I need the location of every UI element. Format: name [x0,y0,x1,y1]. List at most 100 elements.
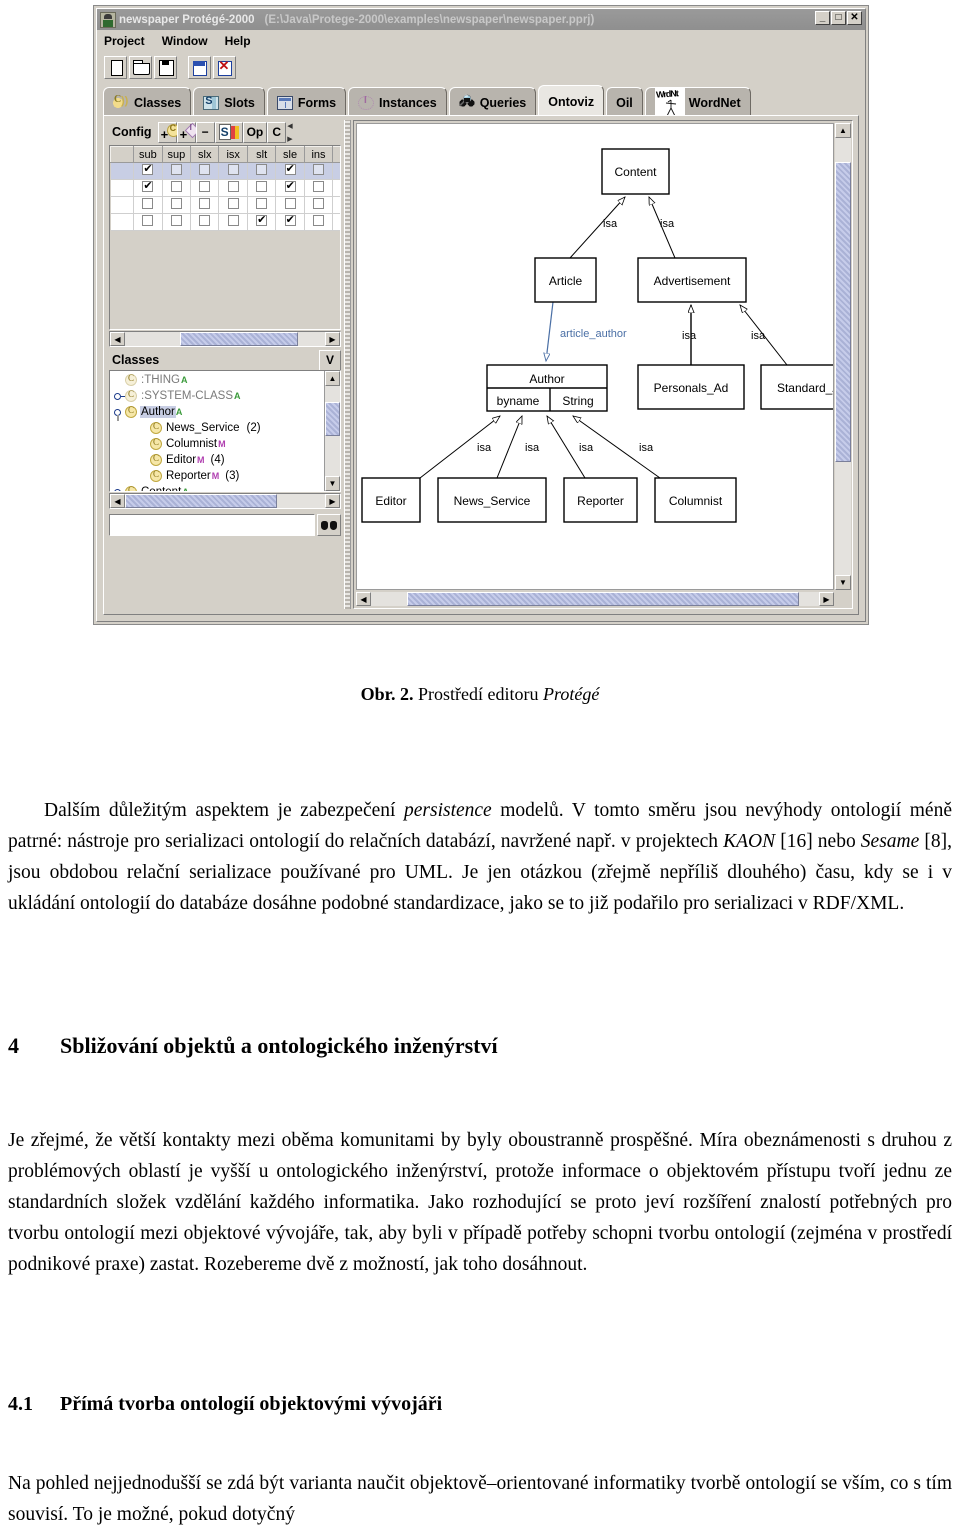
minimize-button[interactable]: _ [815,11,830,25]
checkbox-isx[interactable] [227,181,239,192]
checkbox-slx[interactable] [199,198,211,209]
checkbox-ins[interactable] [313,198,325,209]
diagram-canvas[interactable]: isa isa isa isa article_author isa isa i… [356,123,834,590]
maximize-button[interactable]: □ [831,11,846,25]
config-toolbar-overflow[interactable]: ◀ ▶ [287,122,297,143]
scrollbar-track[interactable] [125,332,325,346]
checkbox-sle[interactable] [284,213,296,226]
view-button[interactable]: V [319,349,341,371]
checkbox-ins[interactable] [313,164,325,175]
scrollbar-thumb[interactable] [835,162,851,462]
checkbox-sle[interactable] [284,179,296,192]
checkbox-ins[interactable] [313,215,325,226]
scroll-left-icon[interactable]: ◀ [110,332,125,346]
scroll-down-icon[interactable]: ▼ [835,575,851,590]
save-disk-icon[interactable] [154,56,177,79]
scrollbar-thumb[interactable] [407,592,799,606]
expand-toggle-icon[interactable] [112,390,125,403]
checkbox-sub[interactable] [142,162,154,175]
scrollbar-track[interactable] [125,494,325,508]
archive-icon[interactable] [188,56,211,79]
tab-ontoviz[interactable]: Ontoviz [538,85,605,117]
checkbox-sub[interactable] [142,179,154,192]
checkbox-slx[interactable] [199,164,211,175]
scrollbar-thumb[interactable] [125,494,277,508]
checkbox-isx[interactable] [227,198,239,209]
find-input[interactable] [109,514,315,536]
checkbox-sup[interactable] [170,198,182,209]
config-grid-hscrollbar[interactable]: ◀ ▶ [109,331,341,347]
c-button[interactable]: C [267,121,287,143]
table-row[interactable] [110,213,340,231]
class-tree[interactable]: :THING A :SYSTEM-CLASS A [110,371,324,491]
add-instance-button[interactable]: + [176,121,196,143]
scrollbar-track[interactable] [835,138,851,575]
remove-button[interactable]: − [195,121,215,143]
checkbox-sub[interactable] [142,198,154,209]
close-button[interactable]: ✕ [847,11,862,25]
tree-node-system-class[interactable]: :SYSTEM-CLASS A [110,388,324,404]
menu-item-window[interactable]: Window [162,33,217,49]
tab-oil[interactable]: Oil [606,87,643,117]
tab-classes[interactable]: Classes [103,87,192,117]
table-row[interactable] [110,196,340,214]
open-folder-icon[interactable] [129,56,152,79]
class-tree-vscrollbar[interactable]: ▲ ▼ [324,371,340,491]
checkbox-sle[interactable] [284,162,296,175]
menu-item-project[interactable]: Project [104,33,154,49]
collapse-toggle-icon[interactable] [112,406,125,421]
scroll-right-icon[interactable]: ▶ [325,494,340,508]
checkbox-sup[interactable] [170,181,182,192]
tab-queries[interactable]: Queries [448,87,537,117]
scroll-left-icon[interactable]: ◀ [110,494,125,508]
tree-node-author[interactable]: Author A [110,404,324,421]
checkbox-sle[interactable] [284,198,296,209]
checkbox-slt[interactable] [256,213,268,226]
scroll-down-icon[interactable]: ▼ [325,476,340,491]
col-slt[interactable]: slt [246,146,277,163]
checkbox-sub[interactable] [142,215,154,226]
checkbox-sup[interactable] [170,164,182,175]
scroll-up-icon[interactable]: ▲ [325,371,340,386]
scroll-up-icon[interactable]: ▲ [835,123,851,138]
col-slx[interactable]: slx [190,146,220,163]
diagram-hscrollbar[interactable]: ◀ ▶ [356,591,834,607]
scrollbar-thumb[interactable] [180,332,298,346]
tab-instances[interactable]: Instances [348,87,447,117]
tree-node-reporter[interactable]: Reporter M (3) [110,468,324,484]
col-sle[interactable]: sle [275,146,305,163]
collapse-toggle-icon[interactable] [112,486,125,491]
scroll-right-icon[interactable]: ▶ [325,332,340,346]
tree-node-news-service[interactable]: News_Service (2) [110,420,324,436]
menu-item-help[interactable]: Help [225,33,260,49]
scrollbar-thumb[interactable] [325,402,340,436]
remove-icon[interactable] [213,56,236,79]
checkbox-slt[interactable] [256,164,268,175]
op-button[interactable]: Op [242,121,268,143]
tree-node-thing[interactable]: :THING A [110,372,324,388]
new-document-icon[interactable] [104,56,127,79]
col-isx[interactable]: isx [218,146,248,163]
checkbox-ins[interactable] [313,181,325,192]
table-row[interactable] [110,162,340,180]
tab-slots[interactable]: Slots [193,87,265,117]
scroll-left-icon[interactable]: ◀ [356,592,371,606]
tree-node-columnist[interactable]: Columnist M [110,436,324,452]
checkbox-sup[interactable] [170,215,182,226]
class-tree-hscrollbar[interactable]: ◀ ▶ [109,493,341,509]
slots-button[interactable]: S [214,121,243,143]
table-row[interactable] [110,179,340,197]
find-button[interactable] [317,514,341,536]
checkbox-isx[interactable] [227,215,239,226]
checkbox-slt[interactable] [256,198,268,209]
checkbox-isx[interactable] [227,164,239,175]
tree-node-content[interactable]: Content A [110,484,324,491]
checkbox-slx[interactable] [199,215,211,226]
scrollbar-track[interactable] [325,386,340,476]
checkbox-slt[interactable] [256,181,268,192]
panel-splitter[interactable] [344,120,351,609]
scroll-right-icon[interactable]: ▶ [819,592,834,606]
col-ins[interactable]: ins [303,146,334,163]
diagram-vscrollbar[interactable]: ▲ ▼ [835,123,851,590]
add-class-button[interactable]: + [157,121,180,143]
